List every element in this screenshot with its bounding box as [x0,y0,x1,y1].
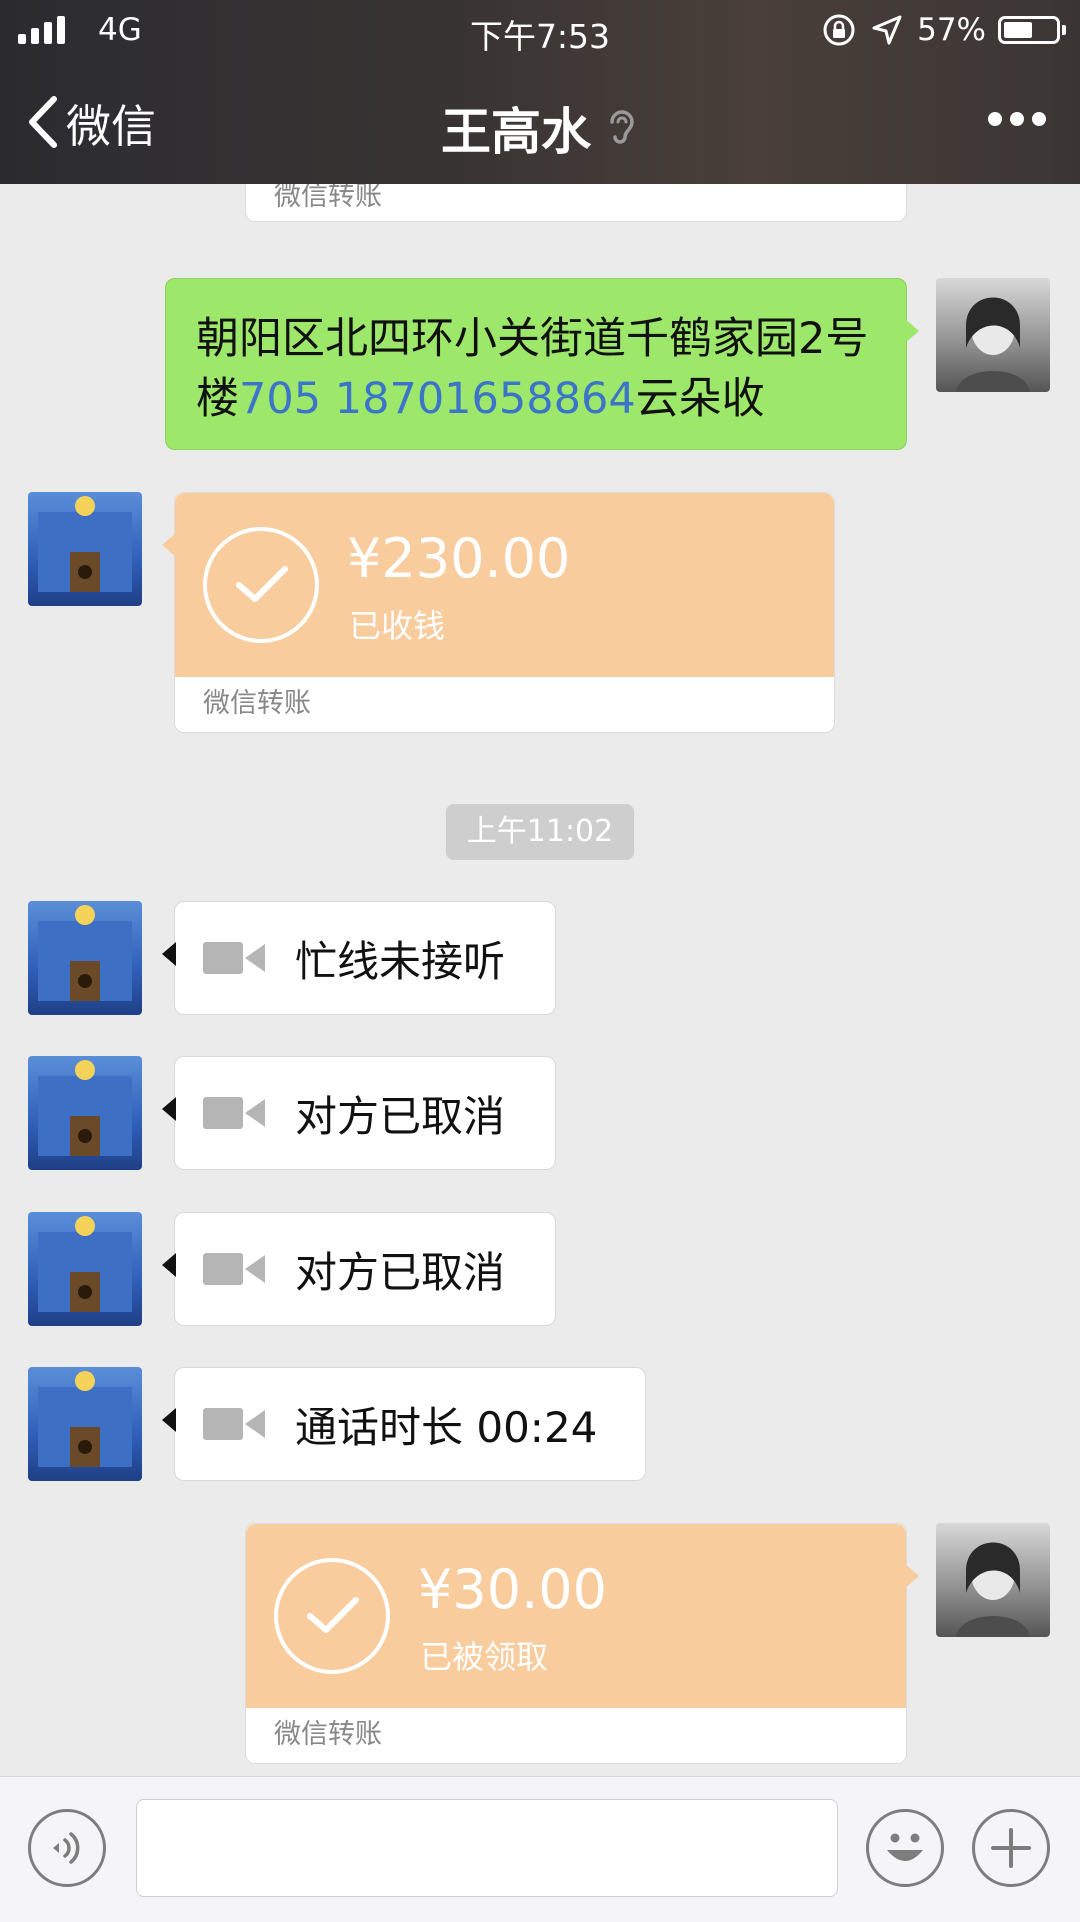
battery-percent: 57% [917,12,986,48]
timestamp-pill: 上午11:02 [446,804,634,860]
call-record-duration[interactable]: 通话时长 00:24 [162,1367,646,1481]
input-bar [0,1776,1080,1922]
transfer-footer: 微信转账 [203,688,311,719]
transfer-footer: 微信转账 [274,1719,382,1750]
transfer-card-sent[interactable]: ¥30.00 已被领取 微信转账 [245,1523,919,1764]
transfer-amount: ¥30.00 [418,1558,607,1621]
contact-avatar[interactable] [28,492,142,606]
contact-avatar[interactable] [28,1056,142,1170]
plus-button[interactable] [972,1809,1050,1887]
transfer-footer: 微信转账 [245,184,907,222]
more-dots-icon [988,112,1002,126]
transfer-status: 已被领取 [420,1638,549,1676]
call-status-text: 通话时长 00:24 [295,1402,598,1452]
message-input[interactable] [136,1799,838,1897]
video-camera-icon [203,1253,265,1285]
status-bar: 4G 下午7:53 57% [0,0,1080,60]
message-bubble-address[interactable]: 朝阳区北四环小关街道千鹤家园2号楼705 18701658864云朵收 [165,278,919,450]
chat-title: 王高水 [0,92,1080,164]
location-arrow-icon [872,15,902,45]
voice-icon [53,1832,80,1864]
plus-icon [991,1828,1031,1868]
chat-area[interactable]: 微信转账 朝阳区北四环小关街道千鹤家园2号楼705 18701658864云朵收… [0,184,1080,1776]
contact-avatar[interactable] [28,901,142,1015]
phone-link[interactable]: 705 18701658864 [239,374,636,424]
video-camera-icon [203,1408,265,1440]
call-record-missed[interactable]: 忙线未接听 [162,901,556,1015]
check-circle-icon [274,1558,390,1674]
earpiece-icon [610,110,634,144]
check-circle-icon [203,527,319,643]
contact-avatar[interactable] [28,1367,142,1481]
transfer-status: 已收钱 [349,607,446,645]
contact-avatar[interactable] [28,1212,142,1326]
call-record-cancelled[interactable]: 对方已取消 [162,1056,556,1170]
voice-button[interactable] [28,1809,106,1887]
self-avatar[interactable] [936,278,1050,392]
emoji-icon [887,1833,923,1861]
transfer-card-received[interactable]: ¥230.00 已收钱 微信转账 [162,492,835,733]
call-status-text: 对方已取消 [295,1091,506,1141]
orientation-lock-icon [823,14,855,46]
more-button[interactable] [988,112,1046,126]
call-status-text: 对方已取消 [295,1247,506,1297]
top-bar: 4G 下午7:53 57% 微信 王高水 [0,0,1080,184]
battery-icon [998,16,1066,44]
transfer-amount: ¥230.00 [347,527,571,590]
self-avatar[interactable] [936,1523,1050,1637]
contact-name: 王高水 [441,103,591,161]
message-text: 朝阳区北四环小关街道千鹤家园2号楼705 18701658864云朵收 [196,314,869,424]
video-camera-icon [203,1097,265,1129]
emoji-button[interactable] [866,1809,944,1887]
video-camera-icon [203,942,265,974]
call-record-cancelled[interactable]: 对方已取消 [162,1212,556,1326]
call-status-text: 忙线未接听 [295,936,506,986]
